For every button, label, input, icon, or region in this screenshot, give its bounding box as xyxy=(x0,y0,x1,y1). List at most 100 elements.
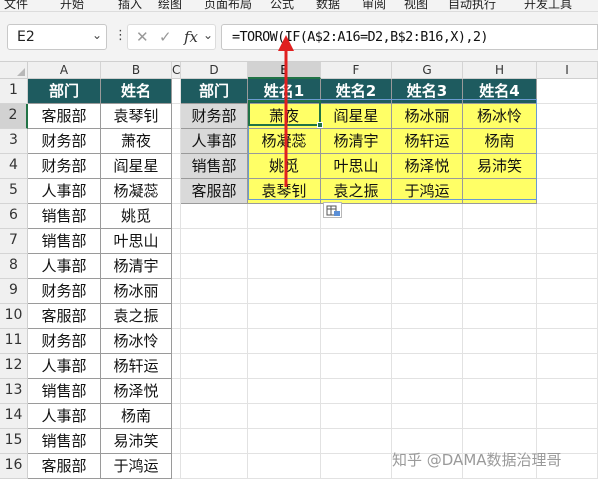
source-data-cell[interactable]: 叶思山 xyxy=(101,229,172,254)
grid-cell[interactable] xyxy=(537,129,598,154)
ribbon-tab[interactable]: 页面布局 xyxy=(204,0,252,11)
result-name-cell[interactable]: 阎星星 xyxy=(321,104,392,129)
grid-cell[interactable] xyxy=(537,379,598,404)
grid-cell[interactable] xyxy=(463,329,537,354)
source-data-cell[interactable]: 袁之振 xyxy=(101,304,172,329)
result-header-cell[interactable]: 姓名2 xyxy=(321,79,392,104)
grid-cell[interactable] xyxy=(172,104,181,129)
enter-icon[interactable]: ✓ xyxy=(159,28,172,46)
grid-cell[interactable] xyxy=(172,354,181,379)
grid-cell[interactable] xyxy=(181,279,248,304)
source-data-cell[interactable]: 萧夜 xyxy=(101,129,172,154)
ribbon-tab[interactable]: 公式 xyxy=(270,0,294,11)
row-header-1[interactable]: 1 xyxy=(0,79,28,104)
grid-cell[interactable] xyxy=(463,354,537,379)
ribbon-tab[interactable]: 开始 xyxy=(60,0,84,11)
grid-cell[interactable] xyxy=(463,204,537,229)
grid-cell[interactable] xyxy=(463,379,537,404)
grid-cell[interactable] xyxy=(537,304,598,329)
result-name-cell[interactable]: 杨轩运 xyxy=(392,129,463,154)
row-header-11[interactable]: 11 xyxy=(0,329,28,354)
grid-cell[interactable] xyxy=(248,229,321,254)
grid-cell[interactable] xyxy=(248,304,321,329)
source-data-cell[interactable]: 杨冰丽 xyxy=(101,279,172,304)
grid-cell[interactable] xyxy=(537,179,598,204)
column-header-a[interactable]: A xyxy=(28,62,101,79)
result-name-cell[interactable]: 于鸿运 xyxy=(392,179,463,204)
source-data-cell[interactable]: 客服部 xyxy=(28,104,101,129)
grid-cell[interactable] xyxy=(248,204,321,229)
grid-cell[interactable] xyxy=(181,429,248,454)
source-data-cell[interactable]: 杨南 xyxy=(101,404,172,429)
source-header-cell[interactable]: 部门 xyxy=(28,79,101,104)
grid-cell[interactable] xyxy=(392,279,463,304)
grid-cell[interactable] xyxy=(181,379,248,404)
grid-cell[interactable] xyxy=(463,254,537,279)
source-data-cell[interactable]: 袁琴钊 xyxy=(101,104,172,129)
grid-cell[interactable] xyxy=(248,254,321,279)
ribbon-tab[interactable]: 数据 xyxy=(316,0,340,11)
grid-cell[interactable] xyxy=(537,229,598,254)
column-header-d[interactable]: D xyxy=(181,62,248,79)
fill-handle[interactable] xyxy=(317,122,323,128)
grid-cell[interactable] xyxy=(392,329,463,354)
row-header-3[interactable]: 3 xyxy=(0,129,28,154)
grid-cell[interactable] xyxy=(181,254,248,279)
row-header-14[interactable]: 14 xyxy=(0,404,28,429)
grid-cell[interactable] xyxy=(392,229,463,254)
grid-cell[interactable] xyxy=(172,429,181,454)
grid-cell[interactable] xyxy=(172,329,181,354)
grid-cell[interactable] xyxy=(321,379,392,404)
grid-cell[interactable] xyxy=(537,354,598,379)
row-header-13[interactable]: 13 xyxy=(0,379,28,404)
grid-cell[interactable] xyxy=(172,279,181,304)
ribbon-tab[interactable]: 视图 xyxy=(404,0,428,11)
source-data-cell[interactable]: 销售部 xyxy=(28,429,101,454)
column-header-h[interactable]: H xyxy=(463,62,537,79)
name-box[interactable]: E2 ⌄ xyxy=(7,24,107,50)
chevron-down-icon[interactable]: ⌄ xyxy=(92,28,102,42)
grid-cell[interactable] xyxy=(463,404,537,429)
source-data-cell[interactable]: 客服部 xyxy=(28,304,101,329)
result-name-cell[interactable]: 易沛笑 xyxy=(463,154,537,179)
row-header-9[interactable]: 9 xyxy=(0,279,28,304)
paste-options-icon[interactable] xyxy=(323,202,342,218)
result-name-cell[interactable]: 杨清宇 xyxy=(321,129,392,154)
result-dept-cell[interactable]: 财务部 xyxy=(181,104,248,129)
grid-cell[interactable] xyxy=(392,404,463,429)
source-data-cell[interactable]: 阎星星 xyxy=(101,154,172,179)
grid-cell[interactable] xyxy=(248,429,321,454)
source-data-cell[interactable]: 杨凝蕊 xyxy=(101,179,172,204)
row-header-12[interactable]: 12 xyxy=(0,354,28,379)
grid-cell[interactable] xyxy=(392,204,463,229)
ribbon-tab[interactable]: 绘图 xyxy=(158,0,182,11)
column-header-c[interactable]: C xyxy=(172,62,181,79)
result-name-cell[interactable]: 杨泽悦 xyxy=(392,154,463,179)
result-header-cell[interactable]: 部门 xyxy=(181,79,248,104)
grid-cell[interactable] xyxy=(181,404,248,429)
grid-cell[interactable] xyxy=(181,229,248,254)
source-data-cell[interactable]: 姚觅 xyxy=(101,204,172,229)
grid-cell[interactable] xyxy=(172,304,181,329)
source-data-cell[interactable]: 销售部 xyxy=(28,229,101,254)
source-data-cell[interactable]: 财务部 xyxy=(28,279,101,304)
grid-cell[interactable] xyxy=(248,454,321,479)
source-data-cell[interactable]: 杨轩运 xyxy=(101,354,172,379)
grid-cell[interactable] xyxy=(181,454,248,479)
grid-cell[interactable] xyxy=(463,304,537,329)
row-header-15[interactable]: 15 xyxy=(0,429,28,454)
source-data-cell[interactable]: 杨泽悦 xyxy=(101,379,172,404)
result-header-cell[interactable]: 姓名3 xyxy=(392,79,463,104)
ribbon-tab[interactable]: 开发工具 xyxy=(524,0,572,11)
grid-cell[interactable] xyxy=(172,179,181,204)
row-header-10[interactable]: 10 xyxy=(0,304,28,329)
grid-cell[interactable] xyxy=(392,304,463,329)
grid-cell[interactable] xyxy=(537,154,598,179)
row-header-7[interactable]: 7 xyxy=(0,229,28,254)
result-dept-cell[interactable]: 人事部 xyxy=(181,129,248,154)
grid-cell[interactable] xyxy=(537,104,598,129)
more-options-icon[interactable]: ⋮ xyxy=(114,28,127,43)
grid-cell[interactable] xyxy=(321,279,392,304)
grid-cell[interactable] xyxy=(537,329,598,354)
result-dept-cell[interactable]: 销售部 xyxy=(181,154,248,179)
